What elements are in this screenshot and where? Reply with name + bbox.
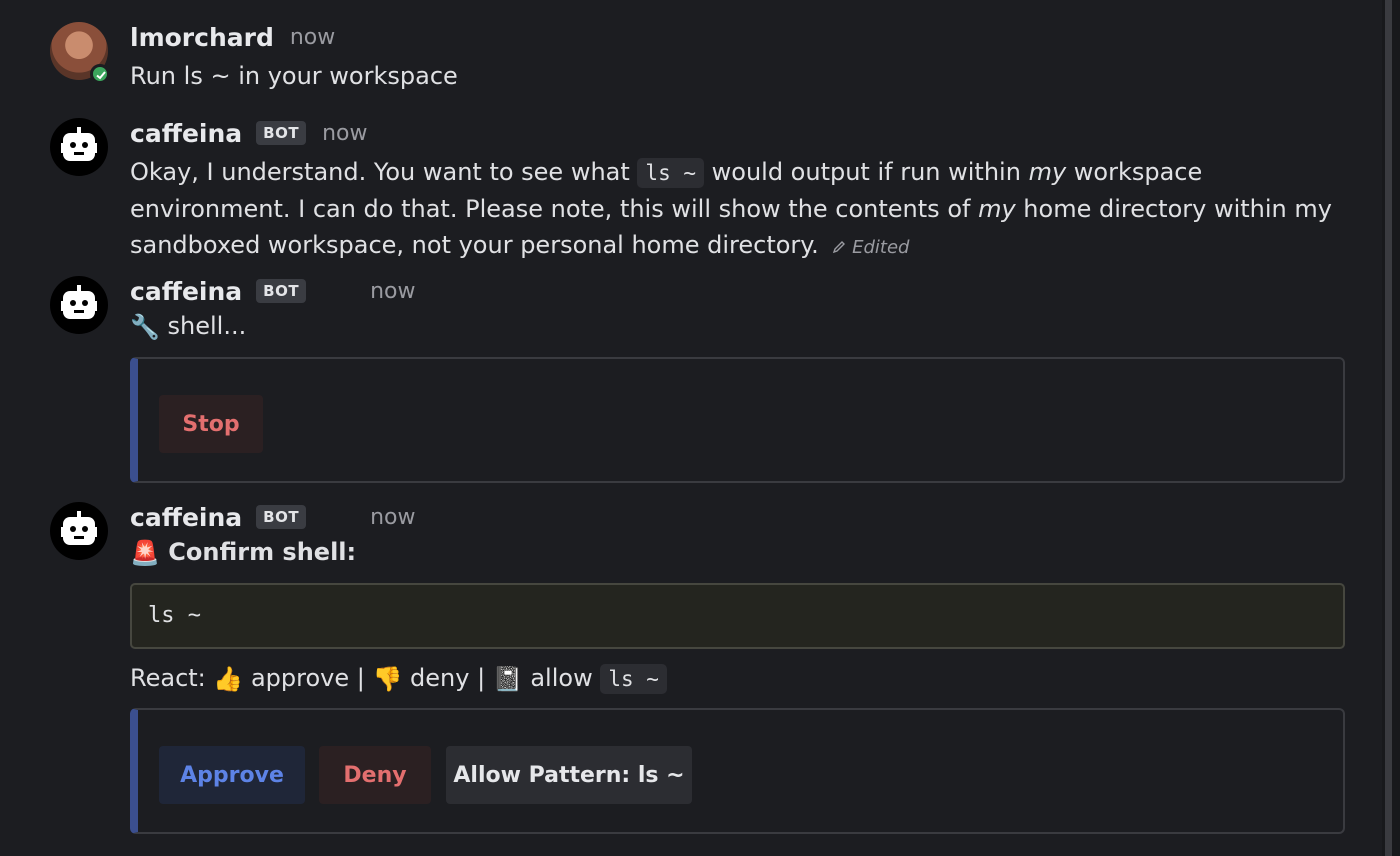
robot-icon [61, 127, 97, 161]
message-caffeina-2: caffeina BOT now 🔧 shell... Stop [50, 276, 1345, 486]
heading-text: Confirm shell: [168, 538, 357, 566]
react-label: React: [130, 664, 206, 692]
allow-word: allow [530, 664, 593, 692]
notebook-icon: 📓 [492, 665, 523, 693]
message-text: Okay, I understand. You want to see what… [130, 154, 1345, 266]
siren-icon: 🚨 [130, 539, 160, 567]
author-name[interactable]: caffeina [130, 503, 242, 532]
status-text: shell... [167, 312, 247, 340]
message-lmorchard: lmorchard now Run ls ~ in your workspace [50, 22, 1345, 92]
message-caffeina-1: caffeina BOT now Okay, I understand. You… [50, 118, 1345, 268]
action-attachment: Approve Deny Allow Pattern: ls ~ [130, 708, 1345, 834]
timestamp[interactable]: now [322, 121, 367, 146]
confirm-heading: 🚨 Confirm shell: [130, 534, 1345, 571]
deny-button[interactable]: Deny [319, 746, 431, 804]
scrollbar-thumb[interactable] [1385, 0, 1392, 856]
author-name[interactable]: caffeina [130, 119, 242, 148]
pencil-icon [833, 241, 846, 254]
wrench-icon: 🔧 [130, 313, 160, 341]
react-instructions: React: 👍 approve | 👎 deny | 📓 allow ls ~ [130, 660, 667, 697]
bot-avatar[interactable] [50, 118, 108, 176]
message-caffeina-3: caffeina BOT now 🚨 Confirm shell: ls ~ R… [50, 502, 1345, 842]
scrollbar[interactable] [1382, 0, 1400, 856]
message-text: 🔧 shell... [130, 308, 1345, 345]
inline-code: ls ~ [637, 158, 704, 188]
thumbs-up-icon: 👍 [213, 665, 244, 693]
author-name[interactable]: caffeina [130, 277, 242, 306]
edited-indicator: Edited [826, 237, 909, 258]
message-text: Run ls ~ in your workspace [130, 62, 458, 90]
bot-badge: BOT [256, 505, 307, 529]
stop-button[interactable]: Stop [159, 395, 263, 453]
approve-button[interactable]: Approve [159, 746, 305, 804]
author-name[interactable]: lmorchard [130, 23, 274, 52]
timestamp[interactable]: now [290, 25, 335, 50]
allow-pattern-button[interactable]: Allow Pattern: ls ~ [446, 746, 692, 804]
command-code-block: ls ~ [130, 583, 1345, 649]
deny-word: deny [410, 664, 470, 692]
robot-icon [61, 285, 97, 319]
emphasis: my [1028, 158, 1067, 186]
emphasis: my [978, 195, 1016, 223]
edited-label: Edited [852, 237, 910, 258]
separator: | [356, 664, 365, 692]
bot-badge: BOT [256, 121, 307, 145]
timestamp[interactable]: now [370, 505, 415, 530]
online-status-check-icon [90, 64, 110, 84]
text-part: Okay, I understand. You want to see what [130, 158, 638, 186]
text-part: would output if run within [704, 158, 1029, 186]
separator: | [477, 664, 486, 692]
robot-icon [61, 511, 97, 545]
action-attachment: Stop [130, 357, 1345, 483]
bot-avatar[interactable] [50, 502, 108, 560]
approve-word: approve [250, 664, 350, 692]
bot-avatar[interactable] [50, 276, 108, 334]
thumbs-down-icon: 👎 [372, 665, 403, 693]
timestamp[interactable]: now [370, 279, 415, 304]
inline-code: ls ~ [600, 664, 667, 694]
bot-badge: BOT [256, 279, 307, 303]
user-avatar[interactable] [50, 22, 110, 84]
